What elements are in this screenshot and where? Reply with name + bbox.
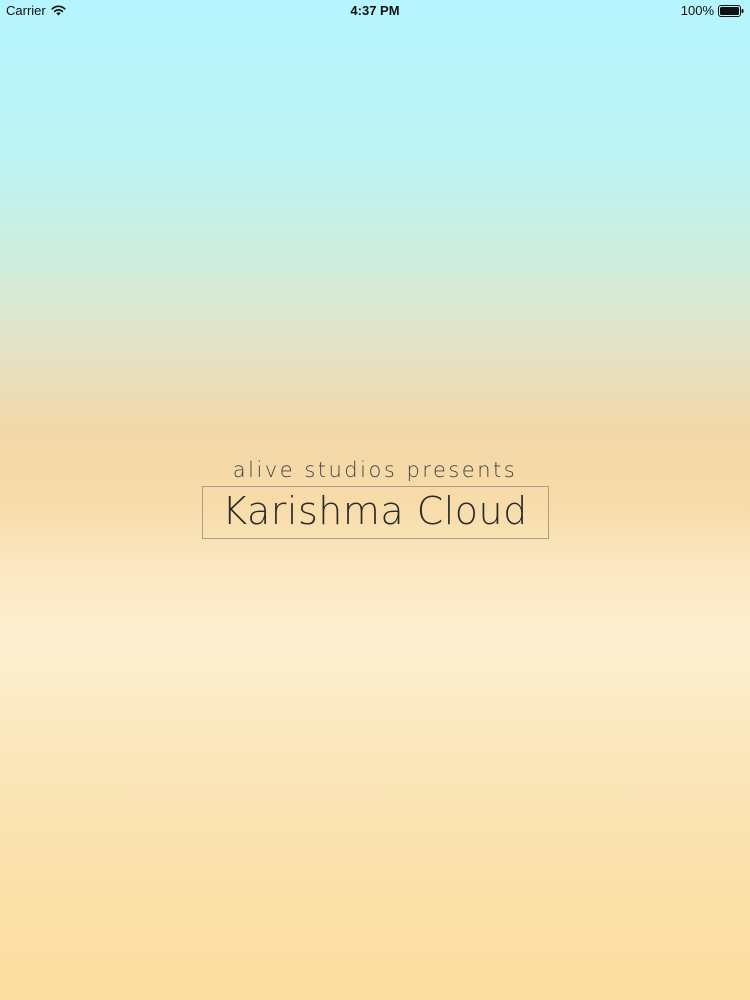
status-bar: Carrier 4:37 PM 100% [0, 0, 750, 22]
battery-icon [718, 4, 744, 17]
status-time: 4:37 PM [350, 3, 400, 18]
status-right: 100% [681, 3, 744, 18]
battery-percentage: 100% [680, 3, 714, 18]
title-frame: Karishma Cloud [201, 486, 549, 539]
splash-intro: alive studios presents Karishma Cloud [0, 456, 750, 539]
app-title: Karishma Cloud [222, 489, 528, 533]
studio-tagline: alive studios presents [232, 458, 518, 482]
